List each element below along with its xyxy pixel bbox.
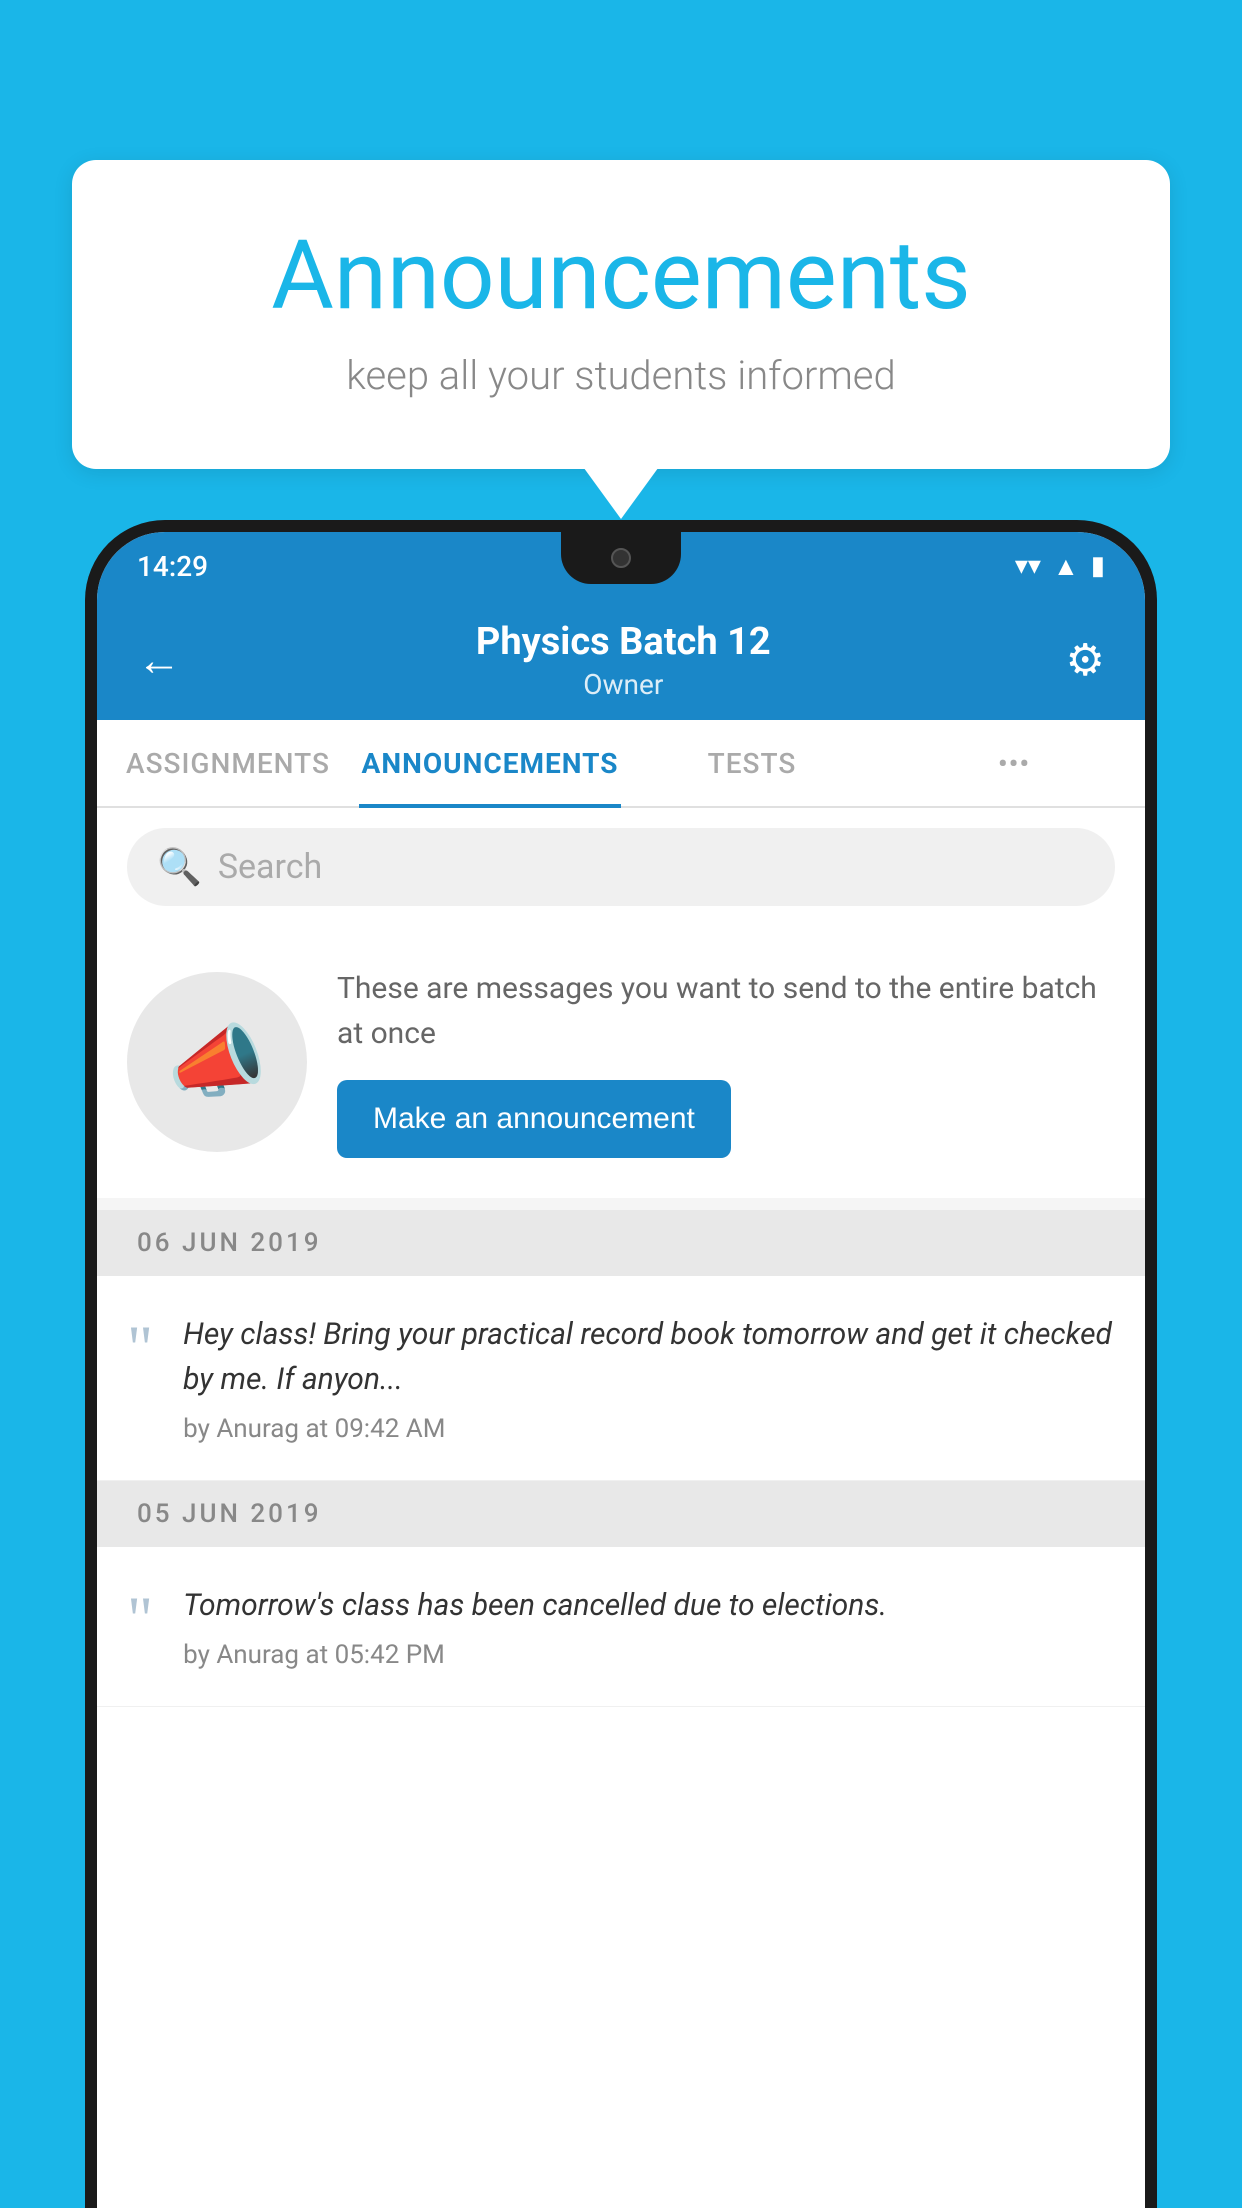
back-button[interactable]: ← bbox=[137, 634, 181, 686]
speech-bubble: Announcements keep all your students inf… bbox=[72, 160, 1170, 469]
tabs-bar: ASSIGNMENTS ANNOUNCEMENTS TESTS ••• bbox=[97, 720, 1145, 808]
megaphone-icon: 📣 bbox=[167, 1015, 267, 1109]
battery-icon: ▮ bbox=[1091, 551, 1105, 581]
notch bbox=[561, 532, 681, 584]
announce-icon-circle: 📣 bbox=[127, 972, 307, 1152]
search-placeholder: Search bbox=[218, 847, 322, 887]
tab-tests[interactable]: TESTS bbox=[621, 720, 883, 806]
content-area: 🔍 Search 📣 These are messages you want t… bbox=[97, 808, 1145, 1707]
announcements-title: Announcements bbox=[152, 220, 1090, 332]
message-content-2: Tomorrow's class has been cancelled due … bbox=[183, 1583, 1115, 1670]
camera-dot bbox=[611, 548, 631, 568]
batch-title: Physics Batch 12 bbox=[476, 620, 771, 664]
header-title-block: Physics Batch 12 Owner bbox=[476, 620, 771, 701]
speech-bubble-section: Announcements keep all your students inf… bbox=[72, 160, 1170, 469]
app-header: ← Physics Batch 12 Owner ⚙ bbox=[97, 600, 1145, 720]
date-separator-2: 05 JUN 2019 bbox=[97, 1481, 1145, 1547]
search-icon: 🔍 bbox=[157, 846, 202, 888]
message-author-1: by Anurag at 09:42 AM bbox=[183, 1414, 1115, 1444]
quote-icon-2: " bbox=[127, 1587, 153, 1651]
tab-announcements[interactable]: ANNOUNCEMENTS bbox=[359, 720, 621, 806]
make-announcement-button[interactable]: Make an announcement bbox=[337, 1080, 731, 1158]
announcements-subtitle: keep all your students informed bbox=[152, 352, 1090, 399]
status-bar: 14:29 ▾▾ ▲ ▮ bbox=[97, 532, 1145, 600]
message-author-2: by Anurag at 05:42 PM bbox=[183, 1640, 1115, 1670]
status-icons: ▾▾ ▲ ▮ bbox=[1015, 551, 1105, 582]
announce-description: These are messages you want to send to t… bbox=[337, 966, 1115, 1056]
tab-assignments[interactable]: ASSIGNMENTS bbox=[97, 720, 359, 806]
message-item-1: " Hey class! Bring your practical record… bbox=[97, 1276, 1145, 1481]
phone-frame: 14:29 ▾▾ ▲ ▮ ← Physics Batch 12 Owner ⚙ … bbox=[85, 520, 1157, 2208]
signal-icon: ▲ bbox=[1053, 551, 1079, 582]
message-text-2: Tomorrow's class has been cancelled due … bbox=[183, 1583, 1115, 1628]
search-container: 🔍 Search bbox=[97, 808, 1145, 926]
status-time: 14:29 bbox=[137, 550, 208, 583]
search-box[interactable]: 🔍 Search bbox=[127, 828, 1115, 906]
quote-icon-1: " bbox=[127, 1316, 153, 1380]
phone-inner: 14:29 ▾▾ ▲ ▮ ← Physics Batch 12 Owner ⚙ … bbox=[97, 532, 1145, 2208]
message-item-2: " Tomorrow's class has been cancelled du… bbox=[97, 1547, 1145, 1707]
announce-right: These are messages you want to send to t… bbox=[337, 966, 1115, 1158]
settings-icon[interactable]: ⚙ bbox=[1066, 634, 1105, 686]
announce-prompt: 📣 These are messages you want to send to… bbox=[97, 926, 1145, 1198]
wifi-icon: ▾▾ bbox=[1015, 551, 1041, 581]
batch-role: Owner bbox=[476, 668, 771, 701]
date-separator-1: 06 JUN 2019 bbox=[97, 1210, 1145, 1276]
tab-more[interactable]: ••• bbox=[883, 720, 1145, 806]
message-text-1: Hey class! Bring your practical record b… bbox=[183, 1312, 1115, 1402]
message-content-1: Hey class! Bring your practical record b… bbox=[183, 1312, 1115, 1444]
